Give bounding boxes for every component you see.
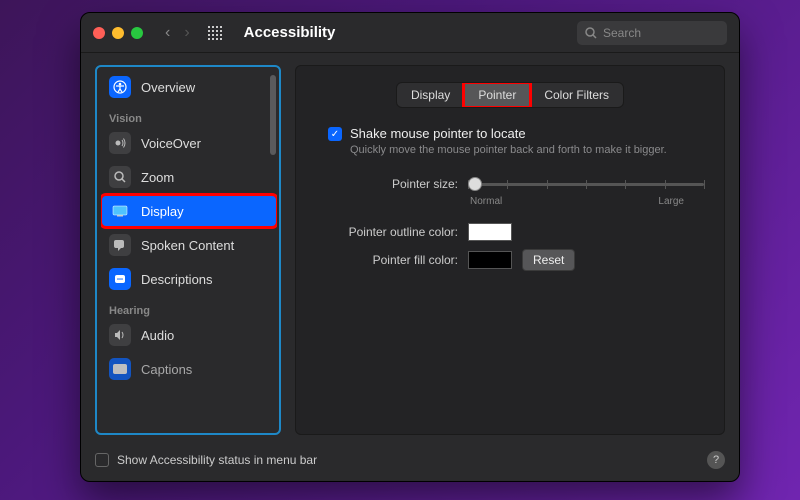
forward-button[interactable]: › xyxy=(184,24,189,42)
help-button[interactable]: ? xyxy=(707,451,725,469)
sidebar-item-overview[interactable]: Overview xyxy=(101,71,277,103)
voiceover-icon xyxy=(109,132,131,154)
sidebar-item-label: Spoken Content xyxy=(141,238,234,253)
minimize-button[interactable] xyxy=(112,27,124,39)
show-all-button[interactable] xyxy=(208,26,222,40)
fill-color-label: Pointer fill color: xyxy=(328,253,458,267)
menu-bar-status-label: Show Accessibility status in menu bar xyxy=(117,453,317,467)
pointer-size-label: Pointer size: xyxy=(328,177,458,191)
shake-to-locate-description: Quickly move the mouse pointer back and … xyxy=(350,143,667,158)
titlebar: ‹ › Accessibility Search xyxy=(81,13,739,53)
shake-to-locate-checkbox[interactable]: ✓ xyxy=(328,127,342,141)
sidebar-item-descriptions[interactable]: Descriptions xyxy=(101,263,277,295)
accessibility-icon xyxy=(109,76,131,98)
sidebar-item-label: Captions xyxy=(141,362,192,377)
search-icon xyxy=(585,27,597,39)
sidebar-item-zoom[interactable]: Zoom xyxy=(101,161,277,193)
sidebar-item-audio[interactable]: Audio xyxy=(101,319,277,351)
sidebar-item-label: Display xyxy=(141,204,184,219)
outline-color-label: Pointer outline color: xyxy=(328,225,458,239)
back-button[interactable]: ‹ xyxy=(165,24,170,42)
menu-bar-status-checkbox[interactable] xyxy=(95,453,109,467)
search-placeholder: Search xyxy=(603,26,641,40)
captions-icon xyxy=(109,358,131,380)
tab-display[interactable]: Display xyxy=(397,83,464,107)
tab-group: Display Pointer Color Filters xyxy=(396,82,624,108)
fill-color-well[interactable] xyxy=(468,251,512,269)
nav-buttons: ‹ › xyxy=(165,24,190,42)
preferences-window: ‹ › Accessibility Search Overview Vision xyxy=(80,12,740,482)
sidebar-item-label: Descriptions xyxy=(141,272,213,287)
slider-knob[interactable] xyxy=(468,177,482,191)
sidebar: Overview Vision VoiceOver Zoom xyxy=(95,65,281,435)
display-icon xyxy=(109,200,131,222)
tab-pointer[interactable]: Pointer xyxy=(464,83,530,107)
sidebar-item-captions[interactable]: Captions xyxy=(101,353,277,385)
pointer-size-slider[interactable] xyxy=(468,174,704,194)
slider-min-label: Normal xyxy=(470,196,502,207)
window-controls xyxy=(93,27,143,39)
slider-max-label: Large xyxy=(658,196,684,207)
close-button[interactable] xyxy=(93,27,105,39)
sidebar-section-hearing: Hearing xyxy=(101,297,277,319)
tab-color-filters[interactable]: Color Filters xyxy=(530,83,623,107)
main-panel: Display Pointer Color Filters ✓ Shake mo… xyxy=(295,65,725,435)
reset-button[interactable]: Reset xyxy=(522,249,575,271)
sidebar-scrollbar[interactable] xyxy=(270,75,276,155)
window-title: Accessibility xyxy=(244,24,336,41)
sidebar-item-display[interactable]: Display xyxy=(101,195,277,227)
audio-icon xyxy=(109,324,131,346)
sidebar-item-label: Zoom xyxy=(141,170,174,185)
outline-color-well[interactable] xyxy=(468,223,512,241)
shake-to-locate-label: Shake mouse pointer to locate xyxy=(350,126,667,141)
sidebar-item-label: VoiceOver xyxy=(141,136,201,151)
sidebar-item-spoken[interactable]: Spoken Content xyxy=(101,229,277,261)
footer: Show Accessibility status in menu bar ? xyxy=(81,443,739,481)
zoom-icon xyxy=(109,166,131,188)
spoken-content-icon xyxy=(109,234,131,256)
sidebar-item-voiceover[interactable]: VoiceOver xyxy=(101,127,277,159)
zoom-button[interactable] xyxy=(131,27,143,39)
sidebar-section-vision: Vision xyxy=(101,105,277,127)
sidebar-item-label: Overview xyxy=(141,80,195,95)
search-field[interactable]: Search xyxy=(577,21,727,45)
descriptions-icon xyxy=(109,268,131,290)
sidebar-item-label: Audio xyxy=(141,328,174,343)
